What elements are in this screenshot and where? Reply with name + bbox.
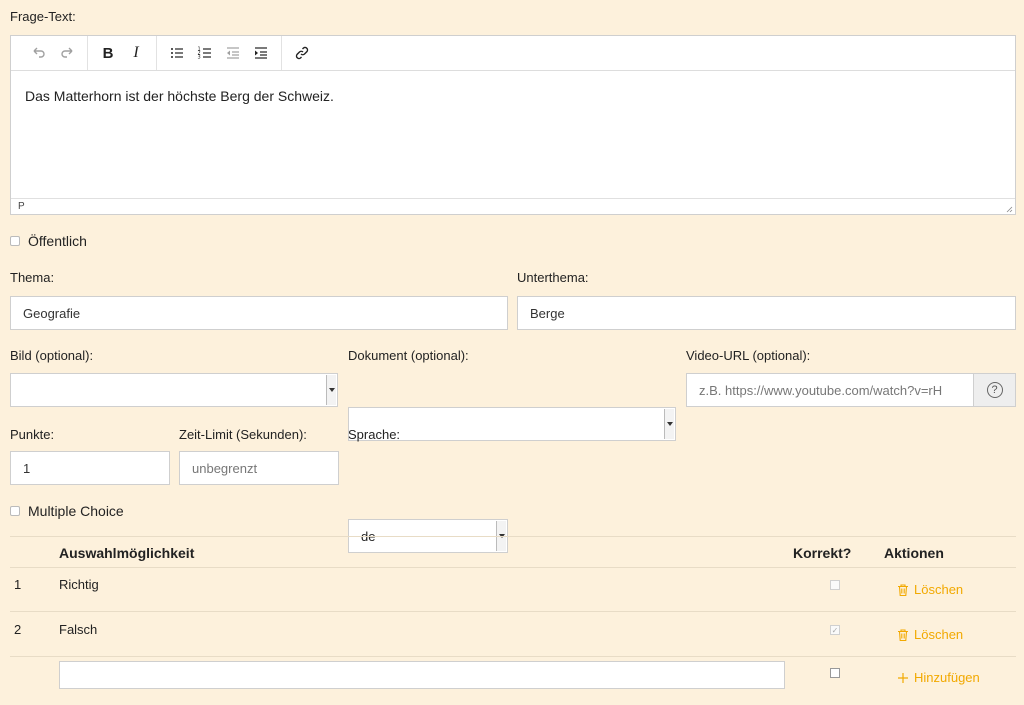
link-icon[interactable] <box>288 39 316 67</box>
rich-text-editor: B I 123 Das Matterhorn ist der höchste B… <box>10 35 1016 215</box>
row-option-text: Falsch <box>59 622 98 637</box>
italic-button[interactable]: I <box>122 39 150 67</box>
editor-toolbar: B I 123 <box>11 36 1015 71</box>
row-number: 1 <box>14 577 22 592</box>
delete-button[interactable]: Löschen <box>896 582 963 597</box>
resize-handle-icon[interactable] <box>1005 205 1013 213</box>
trash-icon <box>898 628 908 641</box>
video-url-input[interactable]: z.B. https://www.youtube.com/watch?v=rH <box>686 373 974 407</box>
editor-content[interactable]: Das Matterhorn ist der höchste Berg der … <box>11 71 1015 198</box>
chevron-down-icon <box>326 375 336 405</box>
numbered-list-icon[interactable]: 123 <box>191 39 219 67</box>
redo-icon[interactable] <box>53 39 81 67</box>
subtopic-label: Unterthema: <box>517 270 589 285</box>
bold-button[interactable]: B <box>94 39 122 67</box>
language-label: Sprache: <box>348 427 401 442</box>
row-border <box>10 611 1016 612</box>
chevron-down-icon <box>664 409 674 439</box>
document-label: Dokument (optional): <box>348 348 469 363</box>
public-row: Öffentlich <box>10 233 87 249</box>
add-option-label: Hinzufügen <box>914 670 980 685</box>
plus-icon <box>898 672 908 683</box>
table-top-border <box>10 536 1016 537</box>
indent-icon[interactable] <box>247 39 275 67</box>
public-checkbox[interactable] <box>10 236 20 246</box>
delete-label: Löschen <box>914 582 964 597</box>
column-header-option: Auswahlmöglichkeit <box>59 545 195 561</box>
image-label: Bild (optional): <box>10 348 94 363</box>
correct-checkbox-checked[interactable]: ✓ <box>830 625 840 635</box>
undo-icon[interactable] <box>25 39 53 67</box>
editor-statusbar: P <box>11 198 1015 214</box>
correct-checkbox[interactable] <box>830 580 840 590</box>
row-option-text: Richtig <box>59 577 99 592</box>
new-option-correct-checkbox[interactable] <box>830 668 840 678</box>
video-label: Video-URL (optional): <box>686 348 811 363</box>
points-label: Punkte: <box>10 427 55 442</box>
delete-label: Löschen <box>914 627 964 642</box>
delete-button[interactable]: Löschen <box>896 627 963 642</box>
trash-icon <box>898 583 908 596</box>
add-option-button[interactable]: Hinzufügen <box>896 670 980 685</box>
points-input[interactable]: 1 <box>10 451 170 485</box>
public-label: Öffentlich <box>28 233 87 249</box>
row-number: 2 <box>14 622 22 637</box>
image-select[interactable] <box>10 373 338 407</box>
time-limit-input[interactable]: unbegrenzt <box>179 451 339 485</box>
topic-label: Thema: <box>10 270 55 285</box>
question-label: Frage-Text: <box>10 9 76 24</box>
column-header-correct: Korrekt? <box>793 545 852 561</box>
multiple-choice-row: Multiple Choice <box>10 503 124 519</box>
svg-text:3: 3 <box>198 55 201 61</box>
row-border <box>10 656 1016 657</box>
bullet-list-icon[interactable] <box>163 39 191 67</box>
time-limit-label: Zeit-Limit (Sekunden): <box>179 427 307 442</box>
table-header-border <box>10 567 1016 568</box>
multiple-choice-checkbox[interactable] <box>10 506 20 516</box>
outdent-icon[interactable] <box>219 39 247 67</box>
new-option-input[interactable] <box>59 661 785 689</box>
column-header-actions: Aktionen <box>884 545 944 561</box>
help-icon: ? <box>986 382 1003 398</box>
subtopic-input[interactable]: Berge <box>517 296 1016 330</box>
multiple-choice-label: Multiple Choice <box>28 503 124 519</box>
video-help-button[interactable]: ? <box>974 373 1016 407</box>
topic-input[interactable]: Geografie <box>10 296 508 330</box>
element-path: P <box>18 201 25 212</box>
